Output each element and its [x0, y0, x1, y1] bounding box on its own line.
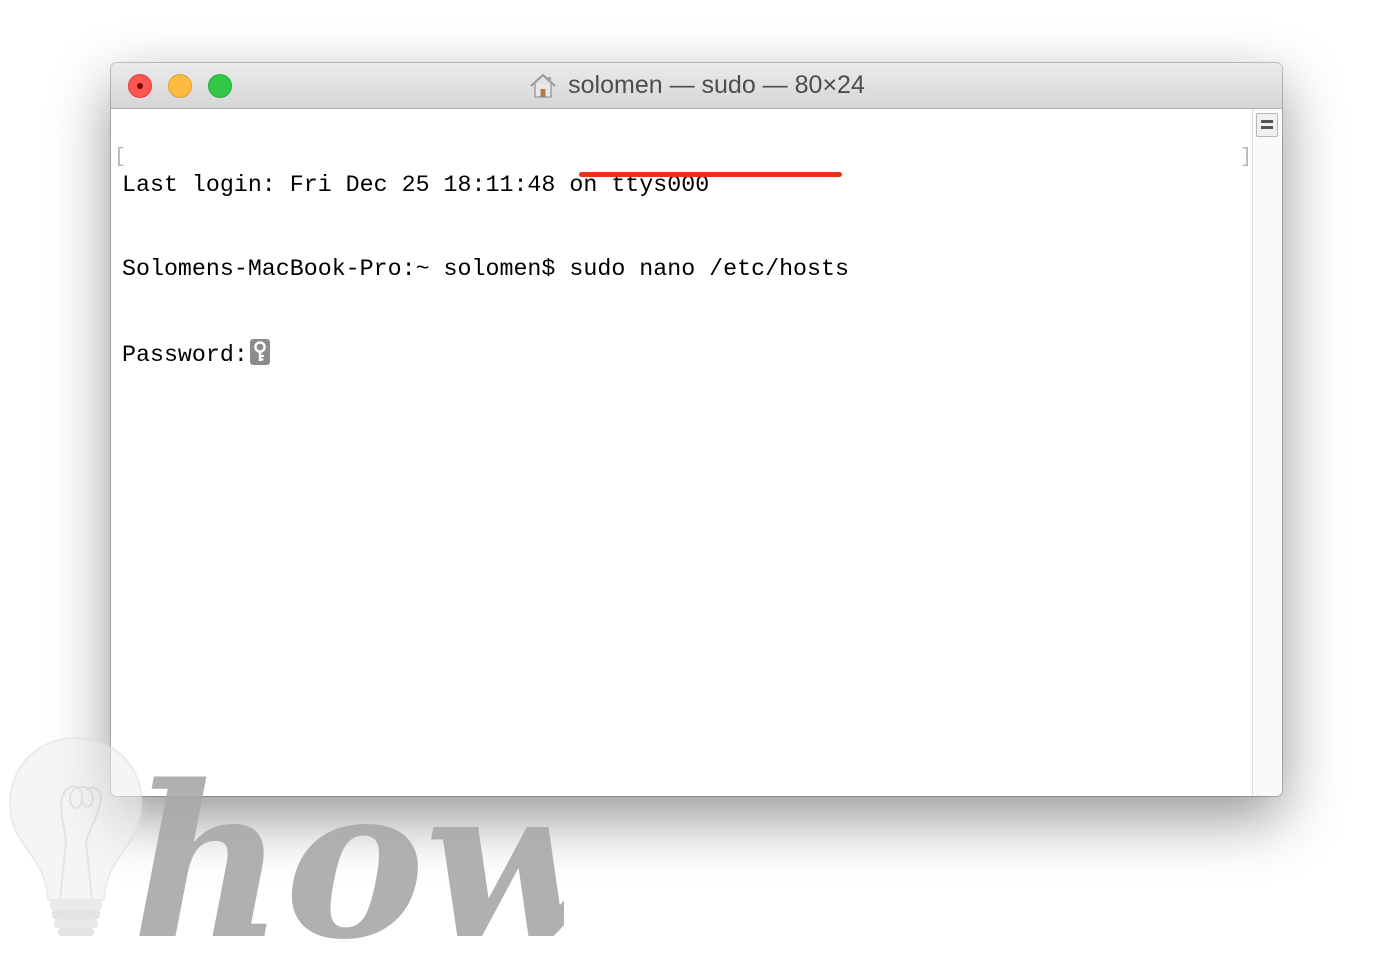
split-pane-button[interactable] — [1256, 113, 1278, 137]
terminal-line-command: Solomens-MacBook-Pro:~ solomen$ sudo nan… — [122, 255, 849, 283]
scrollbar-track[interactable] — [1252, 109, 1282, 796]
shell-prompt: Solomens-MacBook-Pro:~ solomen$ — [122, 256, 570, 282]
password-prompt: Password: — [122, 342, 248, 368]
split-bar-bottom-icon — [1261, 126, 1273, 129]
terminal-window: solomen — sudo — 80×24 [ ] Last login: F… — [111, 63, 1282, 796]
mark-bracket-right: ] — [1240, 146, 1253, 169]
watermark-text: how — [132, 739, 564, 947]
home-icon — [530, 73, 556, 98]
window-title-group: solomen — sudo — 80×24 — [111, 63, 1282, 108]
command-underline-annotation — [579, 172, 842, 177]
window-title: solomen — sudo — 80×24 — [568, 71, 865, 99]
terminal-line-password: Password: — [122, 339, 849, 368]
typed-command: sudo nano /etc/hosts — [569, 256, 849, 282]
lightbulb-icon — [8, 736, 144, 936]
title-bar[interactable]: solomen — sudo — 80×24 — [111, 63, 1282, 109]
split-bar-top-icon — [1261, 120, 1273, 123]
terminal-content[interactable]: [ ] Last login: Fri Dec 25 18:11:48 on t… — [111, 109, 1282, 796]
watermark: how — [8, 736, 564, 947]
key-icon — [249, 339, 270, 365]
screenshot-stage: solomen — sudo — 80×24 [ ] Last login: F… — [0, 0, 1394, 956]
terminal-output[interactable]: Last login: Fri Dec 25 18:11:48 on ttys0… — [122, 115, 849, 423]
